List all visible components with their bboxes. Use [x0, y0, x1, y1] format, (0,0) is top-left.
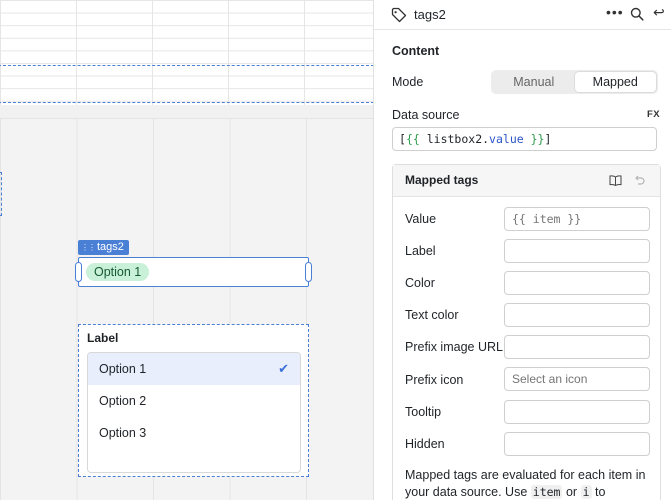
value-input[interactable] [504, 207, 650, 231]
tag-icon [391, 7, 407, 23]
help-code-item: item [530, 485, 563, 499]
data-source-label: Data source [392, 108, 460, 122]
mode-manual-button[interactable]: Manual [493, 72, 575, 92]
more-options-icon[interactable]: ••• [606, 4, 624, 20]
resize-handle-left[interactable] [75, 262, 82, 282]
listbox-option-2[interactable]: Option 2 [88, 385, 300, 417]
tags-component[interactable]: Option 1 [75, 257, 312, 287]
canvas-divider [0, 105, 373, 118]
hidden-label: Hidden [405, 437, 445, 451]
help-text-end: to [595, 485, 606, 499]
component-outline-edge[interactable] [0, 172, 2, 216]
close-panel-icon[interactable]: ↩ [653, 4, 665, 21]
color-input[interactable] [504, 271, 650, 295]
tag-pill: Option 1 [86, 263, 150, 281]
drag-handle-icon[interactable]: ⋮⋮ [81, 240, 96, 255]
listbox-option-label: Option 2 [99, 394, 147, 408]
tooltip-label: Tooltip [405, 405, 442, 419]
tooltip-input[interactable] [504, 400, 650, 424]
color-label: Color [405, 276, 435, 290]
component-outline[interactable] [0, 65, 373, 103]
component-name: tags2 [97, 241, 124, 253]
mapped-tags-title: Mapped tags [405, 173, 479, 187]
help-text-or: or [565, 485, 578, 499]
label-label: Label [405, 244, 436, 258]
text-color-input[interactable] [504, 303, 650, 327]
prefix-icon-label: Prefix icon [405, 373, 464, 387]
section-title[interactable]: Content [392, 44, 439, 58]
inspector-panel: tags2 ••• ↩ Content Mode Manual Mapped D… [373, 0, 671, 500]
listbox-option-1[interactable]: Option 1 ✔ [88, 353, 300, 385]
template-property: value [489, 132, 524, 146]
inspector-header: tags2 ••• ↩ [374, 0, 671, 30]
editor-canvas[interactable]: ⋮⋮ tags2 Option 1 Label Option 1 ✔ Optio… [0, 0, 373, 500]
listbox-component[interactable]: Label Option 1 ✔ Option 2 Option 3 [78, 324, 309, 477]
mode-label: Mode [392, 75, 424, 89]
listbox-option-label: Option 1 [99, 362, 147, 376]
template-object: listbox2. [426, 132, 490, 146]
help-text: Mapped tags are evaluated for each item … [405, 468, 646, 499]
book-icon[interactable] [609, 175, 622, 186]
inspector-title[interactable]: tags2 [414, 7, 446, 22]
listbox-option-3[interactable]: Option 3 [88, 417, 300, 449]
hidden-input[interactable] [504, 432, 650, 456]
prefix-image-url-label: Prefix image URL [405, 340, 503, 354]
prefix-icon-select[interactable] [504, 367, 650, 391]
reset-icon[interactable] [633, 174, 645, 186]
data-source-input[interactable]: [{{ listbox2.value }}] [392, 127, 657, 151]
template-brace-close: }} [530, 132, 545, 146]
checkmark-icon: ✔ [278, 361, 289, 376]
template-brace-open: {{ [405, 132, 420, 146]
component-name-badge[interactable]: ⋮⋮ tags2 [78, 240, 129, 255]
label-input[interactable] [504, 239, 650, 263]
listbox-label: Label [87, 331, 119, 345]
mapped-tags-help-text: Mapped tags are evaluated for each item … [405, 467, 655, 500]
resize-handle-right[interactable] [305, 262, 312, 282]
mapped-tags-section: Mapped tags Value Label Color Text color… [392, 164, 661, 500]
mode-mapped-button[interactable]: Mapped [574, 72, 656, 92]
listbox-options: Option 1 ✔ Option 2 Option 3 [87, 352, 301, 473]
mapped-tags-header: Mapped tags [393, 165, 660, 197]
listbox-option-label: Option 3 [99, 426, 147, 440]
text-color-label: Text color [405, 308, 459, 322]
search-icon[interactable] [630, 7, 644, 21]
value-label: Value [405, 212, 437, 226]
help-code-i: i [580, 485, 592, 499]
fx-toggle[interactable]: FX [647, 109, 660, 120]
prefix-image-url-input[interactable] [504, 335, 650, 359]
mode-toggle[interactable]: Manual Mapped [491, 70, 658, 94]
